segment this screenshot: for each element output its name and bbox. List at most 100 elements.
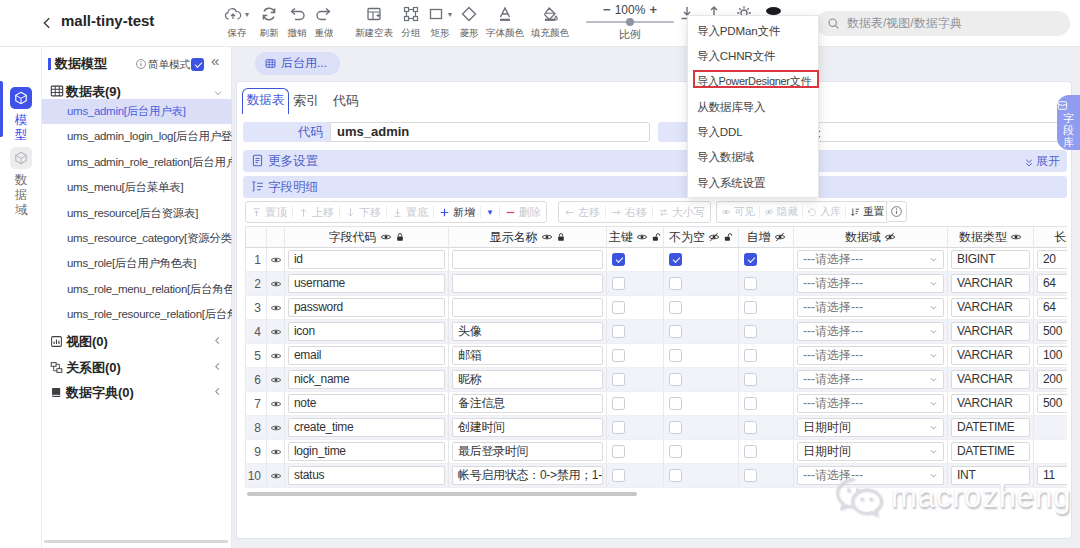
help-info-button[interactable] bbox=[886, 201, 907, 222]
menu-item-4[interactable]: 导入DDL bbox=[688, 119, 818, 144]
notnull-checkbox[interactable] bbox=[669, 253, 682, 266]
sidebar-section-dicts[interactable]: 数据字典(0) bbox=[42, 379, 232, 405]
field-code-input[interactable]: status bbox=[288, 466, 445, 485]
tab-code[interactable]: 代码 bbox=[333, 92, 359, 110]
pk-checkbox[interactable] bbox=[612, 373, 625, 386]
autoinc-checkbox[interactable] bbox=[744, 277, 757, 290]
field-code-input[interactable]: username bbox=[288, 274, 445, 293]
pk-checkbox[interactable] bbox=[612, 421, 625, 434]
code-field-input[interactable]: ums_admin bbox=[330, 122, 650, 142]
more-settings-bar[interactable]: 更多设置 展开 bbox=[243, 150, 1067, 172]
field-toolbar-add-dropdown[interactable]: ▼ bbox=[481, 202, 499, 222]
field-length-input[interactable]: 500 bbox=[1037, 394, 1067, 413]
pk-checkbox[interactable] bbox=[612, 349, 625, 362]
field-name-input[interactable]: 帐号启用状态：0->禁用；1->启用 bbox=[452, 466, 603, 485]
pk-checkbox[interactable] bbox=[612, 325, 625, 338]
rail-item-datadomain[interactable] bbox=[10, 147, 32, 169]
row-visible-toggle[interactable] bbox=[267, 248, 285, 272]
sidebar-section-views[interactable]: 视图(0) bbox=[42, 328, 232, 354]
row-visible-toggle[interactable] bbox=[267, 368, 285, 392]
field-length-input[interactable]: 11 bbox=[1037, 466, 1067, 485]
notnull-checkbox[interactable] bbox=[669, 445, 682, 458]
zoom-slider-handle[interactable] bbox=[626, 18, 634, 26]
row-visible-toggle[interactable] bbox=[267, 320, 285, 344]
field-code-input[interactable]: email bbox=[288, 346, 445, 365]
toolbar-save-button[interactable]: ▼保存 bbox=[219, 5, 255, 40]
notnull-checkbox[interactable] bbox=[669, 277, 682, 290]
notnull-checkbox[interactable] bbox=[669, 397, 682, 410]
field-toolbar-新增-button[interactable]: 新增 bbox=[434, 202, 480, 222]
field-domain-select[interactable]: ---请选择--- bbox=[797, 466, 944, 485]
notnull-checkbox[interactable] bbox=[669, 301, 682, 314]
field-length-input[interactable]: 500 bbox=[1037, 322, 1067, 341]
field-code-input[interactable]: note bbox=[288, 394, 445, 413]
field-length-input[interactable]: 20 bbox=[1037, 250, 1067, 269]
tree-item-table-5[interactable]: ums_resource_category[资源分类表] bbox=[42, 226, 232, 251]
toolbar-redo-button[interactable]: 重做 bbox=[306, 5, 342, 40]
row-visible-toggle[interactable] bbox=[267, 416, 285, 440]
field-domain-select[interactable]: 日期时间 bbox=[797, 418, 944, 437]
menu-item-0[interactable]: 导入PDMan文件 bbox=[688, 18, 818, 43]
menu-item-2[interactable]: 导入PowerDesigner文件 bbox=[688, 69, 818, 94]
field-toolbar-可见-button[interactable]: 可见 bbox=[717, 202, 759, 222]
field-type-input[interactable]: VARCHAR bbox=[951, 274, 1030, 293]
autoinc-checkbox[interactable] bbox=[744, 397, 757, 410]
notnull-checkbox[interactable] bbox=[669, 349, 682, 362]
field-type-input[interactable]: INT bbox=[951, 466, 1030, 485]
menu-item-3[interactable]: 从数据库导入 bbox=[688, 94, 818, 119]
tree-item-table-8[interactable]: ums_role_resource_relation[后台角色资源关系表] bbox=[42, 302, 232, 327]
tree-item-table-6[interactable]: ums_role[后台用户角色表] bbox=[42, 251, 232, 276]
field-type-input[interactable]: DATETIME bbox=[951, 418, 1030, 437]
field-toolbar-右移-button[interactable]: 右移 bbox=[606, 202, 652, 222]
theme-toggle-icon[interactable] bbox=[766, 7, 781, 15]
pk-checkbox[interactable] bbox=[612, 469, 625, 482]
pk-checkbox[interactable] bbox=[612, 277, 625, 290]
autoinc-checkbox[interactable] bbox=[744, 445, 757, 458]
field-type-input[interactable]: VARCHAR bbox=[951, 370, 1030, 389]
rail-item-model-label[interactable]: 模型 bbox=[14, 113, 28, 143]
field-length-input[interactable]: 100 bbox=[1037, 346, 1067, 365]
autoinc-checkbox[interactable] bbox=[744, 325, 757, 338]
zoom-in-button[interactable]: + bbox=[649, 5, 657, 15]
field-toolbar-左移-button[interactable]: 左移 bbox=[559, 202, 605, 222]
field-name-input[interactable] bbox=[452, 250, 603, 269]
field-type-input[interactable]: VARCHAR bbox=[951, 322, 1030, 341]
field-type-input[interactable]: VARCHAR bbox=[951, 298, 1030, 317]
field-type-input[interactable]: VARCHAR bbox=[951, 394, 1030, 413]
notnull-checkbox[interactable] bbox=[669, 325, 682, 338]
pk-checkbox[interactable] bbox=[612, 301, 625, 314]
simple-mode-checkbox[interactable] bbox=[191, 58, 204, 71]
autoinc-checkbox[interactable] bbox=[744, 301, 757, 314]
tab-datatable[interactable]: 数据表 bbox=[242, 88, 289, 114]
notnull-checkbox[interactable] bbox=[669, 469, 682, 482]
field-name-input[interactable]: 头像 bbox=[452, 322, 603, 341]
autoinc-checkbox[interactable] bbox=[744, 373, 757, 386]
field-name-input[interactable]: 备注信息 bbox=[452, 394, 603, 413]
sidebar-collapse-button[interactable]: « bbox=[211, 52, 219, 69]
field-code-input[interactable]: create_time bbox=[288, 418, 445, 437]
field-toolbar-删除-button[interactable]: 删除 bbox=[500, 202, 546, 222]
open-doc-tab[interactable]: 后台用... bbox=[255, 52, 340, 75]
field-toolbar-入库-button[interactable]: 入库 bbox=[803, 202, 845, 222]
autoinc-checkbox[interactable] bbox=[744, 349, 757, 362]
notnull-checkbox[interactable] bbox=[669, 421, 682, 434]
table-hscrollbar[interactable] bbox=[247, 492, 637, 496]
zoom-slider[interactable] bbox=[586, 21, 674, 23]
row-visible-toggle[interactable] bbox=[267, 344, 285, 368]
rail-item-model[interactable] bbox=[10, 87, 32, 109]
tree-item-table-1[interactable]: ums_admin_login_log[后台用户登录日志表] bbox=[42, 124, 232, 149]
row-visible-toggle[interactable] bbox=[267, 464, 285, 488]
pk-checkbox[interactable] bbox=[612, 445, 625, 458]
field-code-input[interactable]: password bbox=[288, 298, 445, 317]
field-toolbar-大小写-button[interactable]: 大小写 bbox=[653, 202, 710, 222]
field-domain-select[interactable]: 日期时间 bbox=[797, 442, 944, 461]
tree-item-table-4[interactable]: ums_resource[后台资源表] bbox=[42, 201, 232, 226]
field-toolbar-下移-button[interactable]: 下移 bbox=[340, 202, 386, 222]
pk-checkbox[interactable] bbox=[612, 397, 625, 410]
row-visible-toggle[interactable] bbox=[267, 272, 285, 296]
menu-item-6[interactable]: 导入系统设置 bbox=[688, 170, 818, 195]
autoinc-checkbox[interactable] bbox=[744, 253, 757, 266]
field-length-input[interactable]: 200 bbox=[1037, 370, 1067, 389]
tree-item-table-0[interactable]: ums_admin[后台用户表] bbox=[42, 99, 232, 124]
row-visible-toggle[interactable] bbox=[267, 392, 285, 416]
